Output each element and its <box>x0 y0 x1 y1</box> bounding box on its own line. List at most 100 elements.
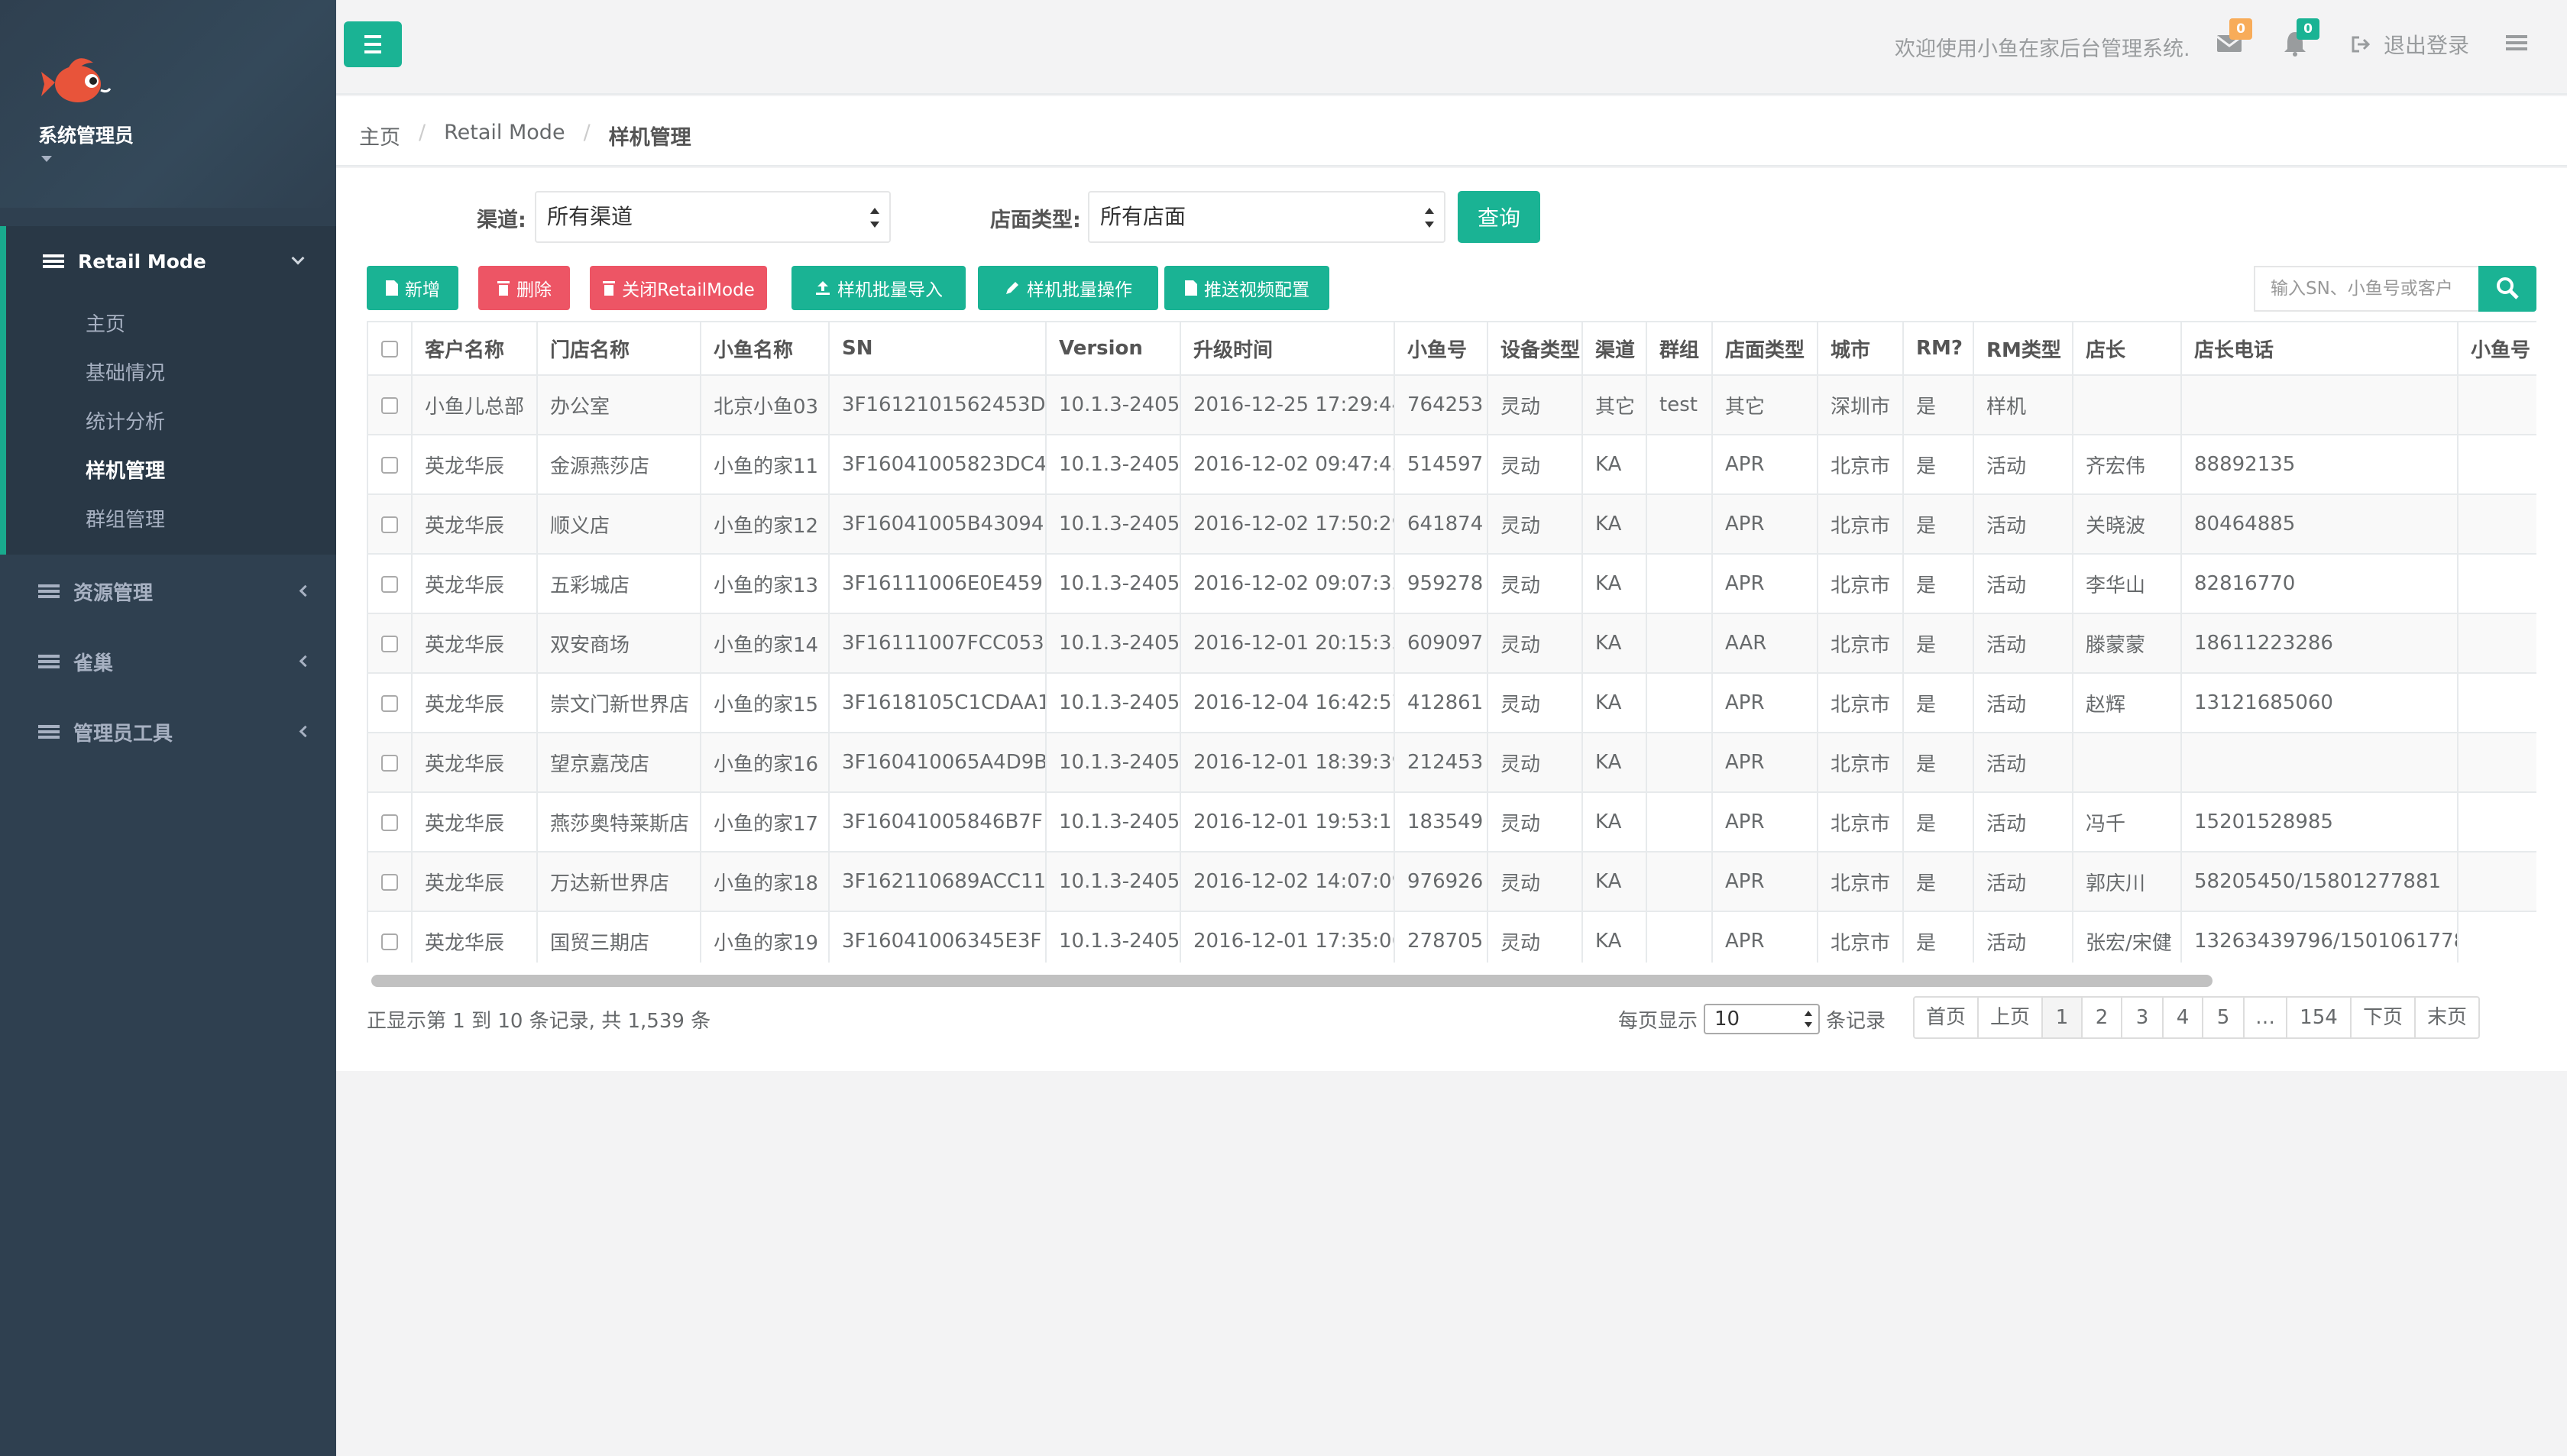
search-button[interactable] <box>2478 266 2536 312</box>
caret-down-icon[interactable] <box>41 156 52 162</box>
row-checkbox-cell <box>367 791 413 853</box>
table-row[interactable]: 英龙华辰 万达新世界店 小鱼的家18 3F162110689ACC11 10.1.3-2… <box>367 851 2536 912</box>
pagination-item[interactable]: 5 <box>2202 996 2245 1039</box>
column-header[interactable]: 城市 <box>1817 321 1904 376</box>
pagination-item[interactable]: 2 <box>2081 996 2122 1039</box>
query-button[interactable]: 查询 <box>1458 191 1540 243</box>
row-checkbox-cell <box>367 911 413 963</box>
horizontal-scrollbar[interactable] <box>371 975 2213 987</box>
column-header[interactable]: 小鱼号 <box>1394 321 1488 376</box>
row-checkbox[interactable] <box>381 635 398 652</box>
column-header[interactable]: SN <box>828 321 1047 376</box>
channel-label: 渠道: <box>477 209 526 232</box>
add-button[interactable]: 新增 <box>367 266 458 310</box>
menu-toggle-button[interactable] <box>344 21 402 67</box>
profile-name[interactable]: 系统管理员 <box>38 121 134 148</box>
pagination-item[interactable]: 下页 <box>2350 996 2416 1039</box>
column-header[interactable]: 小鱼名称 <box>700 321 830 376</box>
table-cell: 英龙华辰 <box>411 791 538 853</box>
table-row[interactable]: 英龙华辰 燕莎奥特莱斯店 小鱼的家17 3F16041005846B7F 10.1.3-… <box>367 791 2536 853</box>
batch-operation-button[interactable]: 样机批量操作 <box>978 266 1158 310</box>
table-cell: 212453 <box>1394 732 1488 793</box>
pagination-item[interactable]: … <box>2243 996 2287 1039</box>
pagination-item[interactable]: 末页 <box>2414 996 2480 1039</box>
logout-link[interactable]: 退出登录 <box>2350 29 2469 60</box>
row-checkbox[interactable] <box>381 396 398 414</box>
store-type-select[interactable]: 所有店面 <box>1088 191 1445 243</box>
table-row[interactable]: 英龙华辰 望京嘉茂店 小鱼的家16 3F160410065A4D9B 10.1.3-24… <box>367 732 2536 793</box>
table-cell: 灵动 <box>1487 851 1583 912</box>
pagination-item[interactable]: 首页 <box>1913 996 1979 1039</box>
row-checkbox[interactable] <box>381 933 398 950</box>
push-video-config-button[interactable]: 推送视频配置 <box>1164 266 1329 310</box>
table-cell: 10.1.3-2405 <box>1045 672 1181 733</box>
row-checkbox[interactable] <box>381 873 398 891</box>
file-icon <box>386 280 398 296</box>
select-arrows-icon <box>1424 206 1435 229</box>
tasks-icon[interactable] <box>2501 28 2532 58</box>
column-header[interactable]: 小鱼号 <box>2457 321 2536 376</box>
chevron-left-icon[interactable] <box>299 725 312 738</box>
table-cell <box>2457 791 2536 853</box>
table-row[interactable]: 英龙华辰 双安商场 小鱼的家14 3F16111007FCC053 10.1.3-240… <box>367 613 2536 674</box>
table-cell: 3F16111007FCC053 <box>828 613 1047 674</box>
nav-item-home[interactable]: 主页 <box>86 309 125 337</box>
table-row[interactable]: 英龙华辰 国贸三期店 小鱼的家19 3F16041006345E3F 10.1.3-24… <box>367 911 2536 963</box>
search-input[interactable]: 输入SN、小鱼号或客户 <box>2254 266 2478 312</box>
pagination-item[interactable]: 1 <box>2041 996 2083 1039</box>
batch-import-button[interactable]: 样机批量导入 <box>791 266 966 310</box>
pagination-item[interactable]: 4 <box>2162 996 2203 1039</box>
row-checkbox[interactable] <box>381 575 398 593</box>
row-checkbox[interactable] <box>381 456 398 474</box>
per-page-select[interactable]: 10 <box>1704 1004 1821 1034</box>
delete-button[interactable]: 删除 <box>478 266 570 310</box>
chevron-left-icon[interactable] <box>299 655 312 668</box>
chevron-left-icon[interactable] <box>299 584 312 597</box>
pagination-item[interactable]: 上页 <box>1977 996 2043 1039</box>
table-row[interactable]: 英龙华辰 崇文门新世界店 小鱼的家15 3F1618105C1CDAA1 10.1.3-… <box>367 672 2536 733</box>
close-retailmode-button[interactable]: 关闭RetailMode <box>590 266 767 310</box>
nav-item-basic-info[interactable]: 基础情况 <box>86 358 165 386</box>
column-header[interactable]: 渠道 <box>1581 321 1647 376</box>
row-checkbox[interactable] <box>381 694 398 712</box>
table-row[interactable]: 英龙华辰 五彩城店 小鱼的家13 3F16111006E0E459 10.1.3-240… <box>367 553 2536 614</box>
column-header[interactable]: 店面类型 <box>1711 321 1818 376</box>
close-retailmode-label: 关闭RetailMode <box>622 280 755 300</box>
delete-button-label: 删除 <box>516 280 552 300</box>
breadcrumb-home[interactable]: 主页 <box>359 121 400 150</box>
select-all-checkbox[interactable] <box>381 340 398 358</box>
nav-group-retail-mode[interactable]: Retail Mode <box>43 246 206 277</box>
nav-group-nestle[interactable]: 雀巢 <box>38 646 113 677</box>
table-body: 小鱼儿总部 办公室 北京小鱼03 3F1612101562453D 10.1.3-240… <box>367 374 2536 963</box>
column-header[interactable]: 店长 <box>2072 321 2182 376</box>
row-checkbox-cell <box>367 851 413 912</box>
nav-item-statistics[interactable]: 统计分析 <box>86 406 165 435</box>
column-header[interactable]: 群组 <box>1646 321 1713 376</box>
row-checkbox[interactable] <box>381 516 398 533</box>
table-row[interactable]: 英龙华辰 顺义店 小鱼的家12 3F16041005B43094 10.1.3-2405… <box>367 493 2536 555</box>
table-row[interactable]: 英龙华辰 金源燕莎店 小鱼的家11 3F16041005823DC4 10.1.3-24… <box>367 434 2536 495</box>
column-header[interactable]: Version <box>1045 321 1181 376</box>
column-header[interactable]: 升级时间 <box>1180 321 1395 376</box>
table-cell: 10.1.3-2405 <box>1045 851 1181 912</box>
column-header[interactable]: RM? <box>1902 321 1974 376</box>
row-checkbox[interactable] <box>381 754 398 772</box>
row-checkbox[interactable] <box>381 814 398 831</box>
nav-group-admin-tools[interactable]: 管理员工具 <box>38 717 173 747</box>
pagination-item[interactable]: 154 <box>2286 996 2352 1039</box>
column-header[interactable]: 设备类型 <box>1487 321 1583 376</box>
breadcrumb-retail-mode[interactable]: Retail Mode <box>444 121 565 150</box>
data-table-container[interactable]: 客户名称 门店名称 小鱼名称 SN Version 升级时间 小鱼号 设备类型 渠道 群组 店面类型… <box>367 321 2536 963</box>
column-header[interactable]: 门店名称 <box>536 321 701 376</box>
table-cell: 北京市 <box>1817 493 1904 555</box>
channel-select[interactable]: 所有渠道 <box>535 191 891 243</box>
table-cell: 北京市 <box>1817 851 1904 912</box>
column-header[interactable]: 店长电话 <box>2180 321 2459 376</box>
column-header[interactable]: RM类型 <box>1973 321 2073 376</box>
column-header[interactable]: 客户名称 <box>411 321 538 376</box>
nav-item-sample-management[interactable]: 样机管理 <box>86 455 165 484</box>
table-row[interactable]: 小鱼儿总部 办公室 北京小鱼03 3F1612101562453D 10.1.3-240… <box>367 374 2536 435</box>
pagination-item[interactable]: 3 <box>2121 996 2164 1039</box>
nav-item-group-management[interactable]: 群组管理 <box>86 504 165 532</box>
nav-group-resources[interactable]: 资源管理 <box>38 576 153 607</box>
